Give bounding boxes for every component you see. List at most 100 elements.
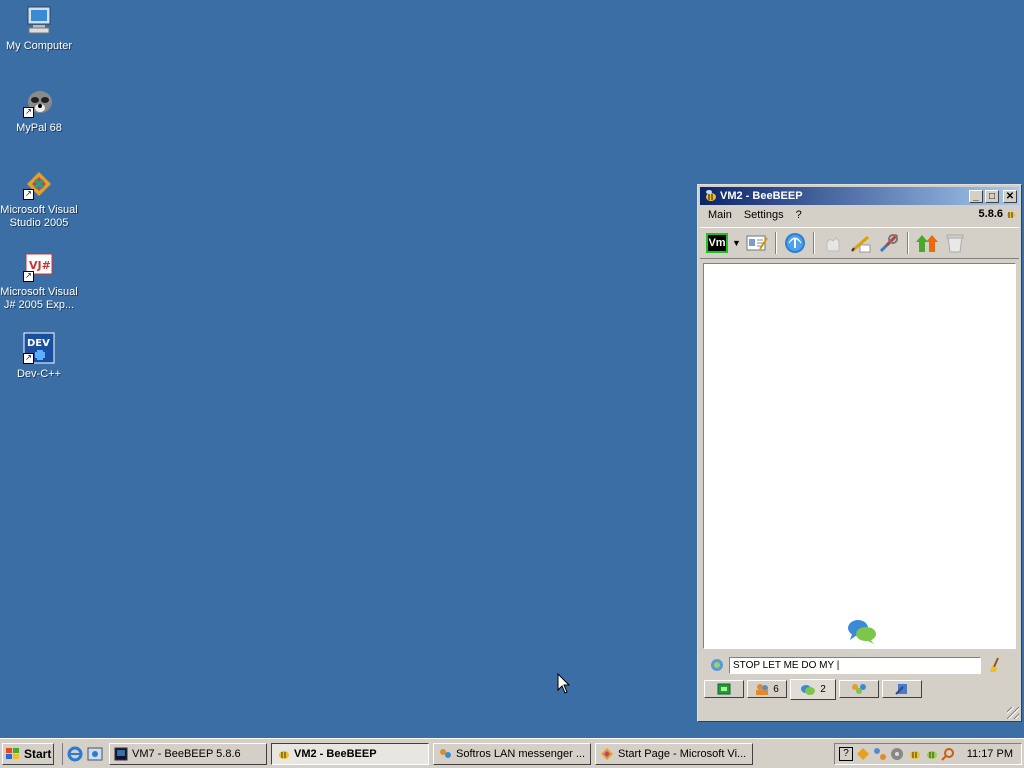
tab-chats[interactable]: 2 (790, 679, 836, 700)
update-button[interactable] (915, 231, 939, 255)
system-tray: ? 11:17 PM (834, 743, 1022, 765)
show-desktop-icon[interactable] (87, 746, 103, 762)
edit-profile-button[interactable] (745, 231, 769, 255)
tools-button[interactable] (877, 231, 901, 255)
close-button[interactable]: ✕ (1003, 189, 1017, 203)
taskbar: Start VM7 - BeeBEEP 5.8.6 VM2 - BeeBEEP … (0, 738, 1024, 768)
visual-studio-icon (601, 747, 613, 760)
raccoon-icon: ↗ (23, 86, 55, 118)
share-icon (895, 684, 907, 695)
devcpp-icon: DEV ↗ (23, 332, 55, 364)
toolbar-separator (906, 232, 909, 254)
task-label: Start Page - Microsoft Vi... (618, 747, 747, 760)
tab-share[interactable] (882, 680, 922, 698)
version-text: 5.8.6 (978, 208, 1003, 220)
message-input[interactable] (729, 656, 981, 674)
groups-icon (852, 684, 866, 694)
search-icon[interactable] (941, 747, 955, 761)
tab-home[interactable] (704, 680, 744, 698)
visual-studio-icon[interactable] (856, 747, 870, 761)
clear-button[interactable] (943, 231, 967, 255)
task-label: VM7 - BeeBEEP 5.8.6 (132, 747, 241, 760)
resize-grip[interactable] (1007, 707, 1019, 719)
desktop-icon-label: MyPal 68 (16, 122, 62, 134)
desktop-icon-vjsharp[interactable]: VJ# ↗ Microsoft Visual J# 2005 Exp... (0, 250, 79, 312)
start-button[interactable]: Start (2, 742, 54, 765)
desktop-icon-devcpp[interactable]: DEV ↗ Dev-C++ (0, 332, 79, 381)
start-label: Start (24, 746, 52, 761)
tab-users[interactable]: 6 (747, 680, 787, 698)
menu-help[interactable]: ? (790, 209, 808, 221)
task-label: VM2 - BeeBEEP (294, 747, 377, 760)
task-label: Softros LAN messenger ... (456, 747, 585, 760)
messenger-icon (440, 748, 451, 758)
shortcut-arrow-icon: ↗ (23, 189, 34, 200)
maximize-button[interactable]: □ (985, 189, 999, 203)
status-vm-button[interactable]: Vm (706, 233, 728, 253)
desktop-icon-visual-studio[interactable]: ↗ Microsoft Visual Studio 2005 (0, 168, 79, 230)
menu-main[interactable]: Main (702, 209, 738, 221)
write-message-button[interactable] (849, 231, 873, 255)
toolbar-separator (812, 232, 815, 254)
task-button-softros[interactable]: Softros LAN messenger ... (433, 742, 591, 765)
pencil-icon (850, 235, 871, 253)
bee-icon[interactable] (907, 747, 921, 761)
network-button[interactable] (783, 231, 807, 255)
shortcut-arrow-icon: ↗ (23, 107, 34, 118)
file-transfer-button[interactable] (821, 231, 845, 255)
help-icon[interactable]: ? (839, 747, 853, 761)
quick-launch (62, 742, 103, 765)
mouse-cursor-icon (557, 673, 571, 694)
bottom-tabs: 6 2 (704, 679, 925, 700)
desktop-icon-label: Dev-C++ (16, 368, 62, 380)
bee-icon (1007, 212, 1015, 218)
network-icon[interactable] (873, 747, 887, 761)
bee-icon (706, 190, 716, 201)
beebeep-window: VM2 - BeeBEEP _ □ ✕ Main Settings ? 5.8.… (697, 184, 1022, 722)
minimize-button[interactable]: _ (969, 189, 983, 203)
toolbar-separator (774, 232, 777, 254)
hand-icon (826, 237, 840, 252)
emoticon-icon[interactable] (709, 657, 725, 673)
tools-icon (879, 233, 898, 253)
bin-icon (946, 234, 964, 253)
tab-groups[interactable] (839, 680, 879, 698)
internet-explorer-icon[interactable] (67, 746, 83, 762)
chat-icon (801, 684, 816, 695)
clock[interactable]: 11:17 PM (967, 748, 1013, 760)
window-titlebar[interactable]: VM2 - BeeBEEP _ □ ✕ (700, 187, 1019, 205)
app-window-icon (114, 747, 128, 760)
svg-text:DEV: DEV (27, 338, 50, 349)
arrows-icon (915, 235, 938, 252)
desktop-icon-label: Microsoft Visual Studio 2005 (0, 204, 78, 229)
broadcast-icon (784, 233, 805, 253)
users-icon (756, 684, 769, 695)
visual-studio-icon: ↗ (23, 168, 55, 200)
task-button-vm7[interactable]: VM7 - BeeBEEP 5.8.6 (109, 742, 267, 765)
chats-count: 2 (820, 684, 826, 695)
menu-settings[interactable]: Settings (738, 209, 790, 221)
bee-icon[interactable] (924, 747, 938, 761)
desktop-icon-label: Microsoft Visual J# 2005 Exp... (0, 286, 78, 311)
broom-icon[interactable] (987, 657, 1003, 673)
task-button-vm2[interactable]: VM2 - BeeBEEP (271, 742, 429, 765)
disk-icon[interactable] (890, 747, 904, 761)
version-label: 5.8.6 (979, 208, 1017, 220)
task-button-visual-studio[interactable]: Start Page - Microsoft Vi... (595, 742, 753, 765)
chevron-down-icon[interactable]: ▼ (732, 238, 741, 248)
shortcut-arrow-icon: ↗ (23, 271, 34, 282)
windows-logo-icon (6, 747, 19, 759)
menubar: Main Settings ? 5.8.6 (698, 205, 1021, 225)
computer-icon (23, 4, 55, 36)
chat-area[interactable] (703, 263, 1016, 649)
desktop-icon-my-computer[interactable]: My Computer (0, 4, 79, 53)
shortcut-arrow-icon: ↗ (23, 353, 34, 364)
users-count: 6 (773, 683, 779, 695)
window-title: VM2 - BeeBEEP (720, 190, 803, 202)
toolbar: Vm ▼ (700, 227, 1019, 259)
profile-card-icon (746, 235, 768, 251)
home-icon (717, 683, 731, 695)
desktop-icon-mypal[interactable]: ↗ MyPal 68 (0, 86, 79, 135)
message-input-row (703, 655, 1016, 675)
bee-icon (279, 750, 289, 759)
